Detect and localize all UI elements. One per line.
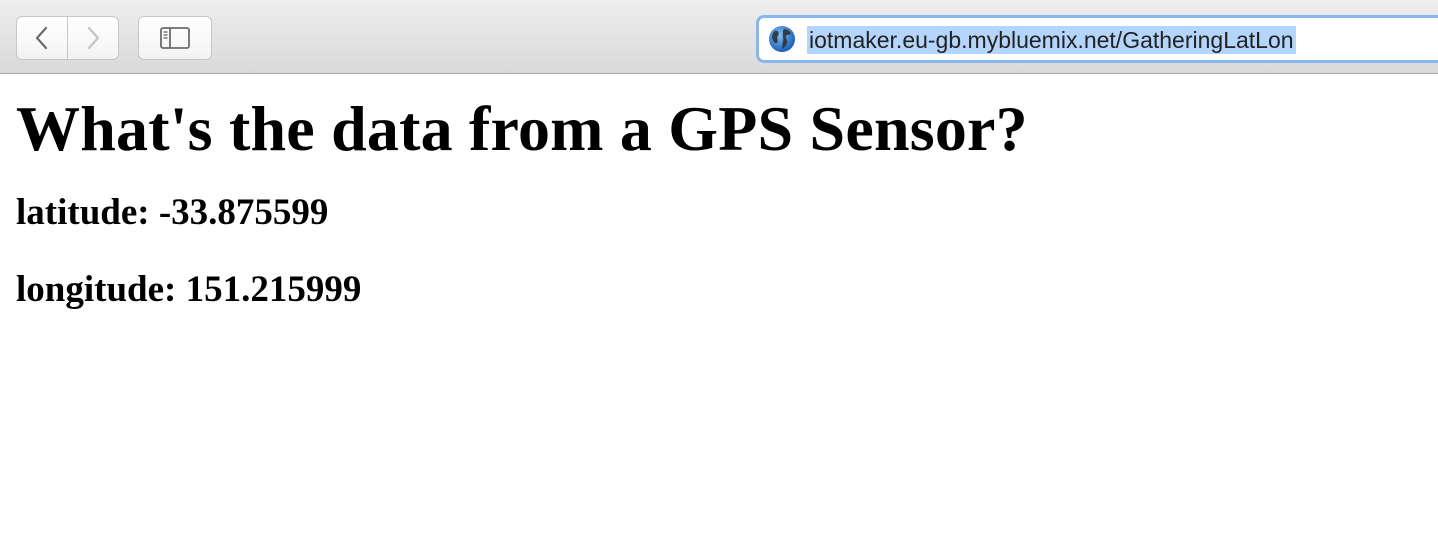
back-button[interactable] <box>16 16 68 60</box>
browser-toolbar: iotmaker.eu-gb.mybluemix.net/GatheringLa… <box>0 0 1438 74</box>
page-content: What's the data from a GPS Sensor? latit… <box>16 76 1438 312</box>
page-title: What's the data from a GPS Sensor? <box>16 93 1028 164</box>
chevron-left-icon <box>35 26 48 50</box>
forward-button[interactable] <box>68 16 119 60</box>
url-text[interactable]: iotmaker.eu-gb.mybluemix.net/GatheringLa… <box>807 26 1296 54</box>
longitude-value: longitude: 151.215999 <box>16 269 362 310</box>
sidebar-icon <box>160 27 190 49</box>
latitude-value: latitude: -33.875599 <box>16 192 329 233</box>
globe-icon <box>769 26 795 52</box>
chevron-right-icon <box>87 26 100 50</box>
sidebar-toggle-button[interactable] <box>138 16 212 60</box>
address-bar[interactable]: iotmaker.eu-gb.mybluemix.net/GatheringLa… <box>756 15 1438 63</box>
